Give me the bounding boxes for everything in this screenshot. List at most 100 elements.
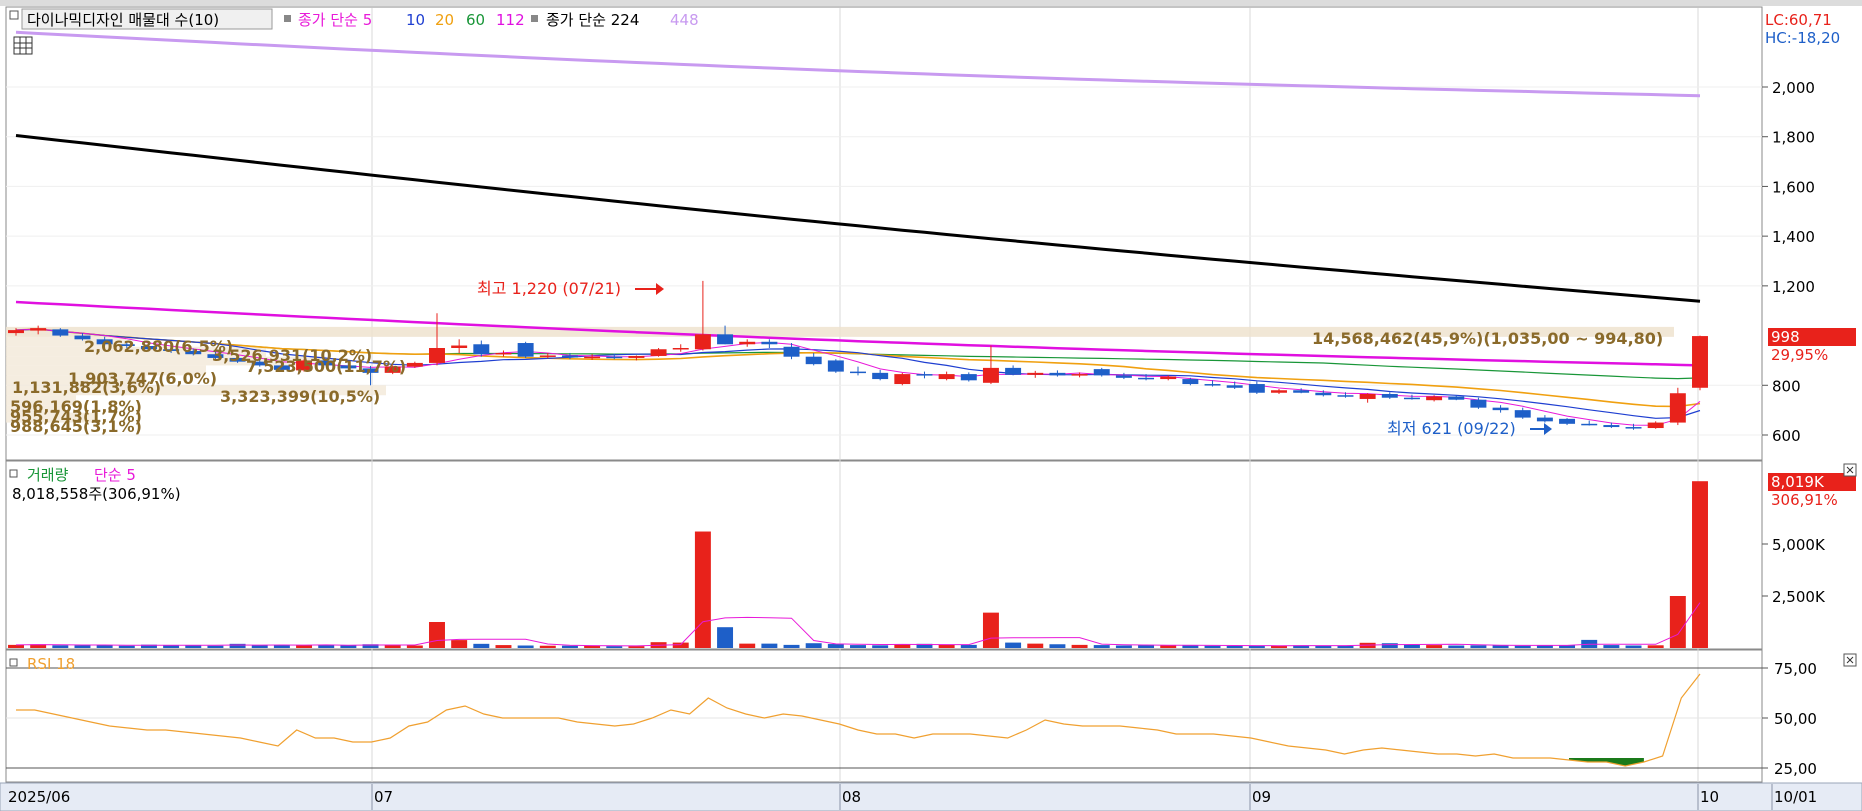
low-annotation: 최저 621 (09/22)	[1387, 419, 1516, 438]
volume-bar	[207, 645, 224, 648]
volume-bar	[539, 645, 556, 648]
volume-bar	[251, 645, 268, 648]
volume-bar	[1625, 645, 1642, 648]
volume-bar	[872, 645, 889, 648]
stock-chart: 2,000 1,800 1,600 1,400 1,200 800 600 5,000K 2,…	[0, 0, 1862, 811]
profile-label-8: 988,645(3,1%)	[10, 417, 142, 436]
volume-bar	[1204, 645, 1221, 648]
date-label: 09	[1252, 788, 1271, 806]
ma5-label[interactable]: 종가 단순 5	[298, 11, 372, 29]
volume-bar	[163, 645, 180, 648]
candle-body	[894, 374, 911, 385]
profile-label-2: 7,523,500(11,7%)	[246, 357, 406, 376]
volume-bar	[628, 646, 645, 648]
candle-body	[827, 360, 844, 372]
volume-bar	[584, 645, 601, 648]
candle-body	[1204, 384, 1221, 386]
volume-bar	[1692, 481, 1708, 648]
profile-label-5: 3,323,399(10,5%)	[220, 387, 380, 406]
candle-body	[938, 374, 955, 380]
volume-bar	[384, 645, 401, 648]
candle-body	[1315, 392, 1332, 396]
volume-bar	[1470, 645, 1487, 648]
profile-label-4: 1,131,882(3,6%)	[12, 378, 161, 397]
candle-body	[517, 343, 534, 357]
price-tick-label: 1,200	[1772, 278, 1815, 296]
price-tick-label: 600	[1772, 427, 1801, 445]
rsi-label[interactable]: RSI 18	[27, 655, 75, 673]
candle-body	[1603, 425, 1620, 428]
ma10-label[interactable]: 10	[406, 11, 425, 29]
price-tick-label: 1,400	[1772, 228, 1815, 246]
rsi-close-icon[interactable]	[1843, 653, 1857, 667]
candle-body	[694, 334, 711, 350]
candle-body	[1071, 374, 1088, 376]
candle-body	[1403, 397, 1420, 400]
candle-body	[8, 330, 24, 334]
lc-value: LC:60,71	[1765, 11, 1832, 29]
ma60-label[interactable]: 60	[466, 11, 485, 29]
price-tick-label: 1,600	[1772, 178, 1815, 196]
ma224-label[interactable]: 종가 단순 224	[546, 11, 639, 29]
volume-bar	[1093, 645, 1110, 648]
candle-body	[1093, 369, 1110, 376]
candle-body	[1536, 417, 1553, 422]
volume-bar	[1669, 596, 1686, 648]
candle-body	[584, 356, 601, 359]
high-annotation: 최고 1,220 (07/21)	[477, 279, 621, 298]
volume-bar	[694, 531, 711, 648]
price-tick-label: 800	[1772, 377, 1801, 395]
volume-label[interactable]: 거래량	[27, 466, 69, 484]
candle-body	[650, 349, 667, 356]
volume-tick-label: 2,500K	[1772, 588, 1826, 606]
volume-bar	[761, 643, 778, 648]
date-label: 2025/06	[8, 788, 70, 806]
main-profile-label: 14,568,462(45,9%)(1,035,00 ~ 994,80)	[1312, 329, 1663, 348]
chart-window: 2,000 1,800 1,600 1,400 1,200 800 600 5,000K 2,…	[0, 0, 1862, 811]
rsi-tick-label: 75,00	[1774, 660, 1817, 678]
volume-bar	[118, 645, 135, 648]
date-axis-bar	[0, 782, 1862, 811]
ma112-label[interactable]: 112	[496, 11, 525, 29]
volume-close-icon[interactable]	[1843, 463, 1857, 477]
volume-ma-label[interactable]: 단순 5	[94, 466, 136, 484]
profile-label-0: 2,062,880(6,5%)	[84, 337, 233, 356]
ma20-label[interactable]: 20	[435, 11, 454, 29]
candle-body	[1448, 396, 1465, 400]
volume-bar	[1337, 645, 1354, 648]
ma448-label[interactable]: 448	[670, 11, 699, 29]
volume-bar	[982, 612, 999, 648]
candle-body	[761, 341, 778, 345]
volume-bar	[1027, 643, 1044, 648]
grid-table-icon[interactable]	[13, 36, 33, 55]
volume-bar	[1603, 645, 1620, 648]
candle-body	[1049, 372, 1066, 376]
candle-body	[1625, 427, 1642, 429]
candle-body	[1669, 393, 1686, 423]
volume-bar	[1182, 645, 1199, 648]
last-price-value: 998	[1771, 328, 1800, 346]
candle-body	[1271, 390, 1287, 393]
volume-bar	[827, 644, 844, 648]
volume-bar	[229, 643, 246, 648]
candle-body	[850, 371, 866, 374]
date-label: 08	[842, 788, 861, 806]
volume-bar	[406, 645, 423, 648]
volume-bar	[672, 642, 689, 648]
price-tick-label: 1,800	[1772, 129, 1815, 147]
hc-value: HC:-18,20	[1765, 29, 1840, 47]
price-axis-area	[1762, 0, 1862, 811]
volume-bar	[517, 645, 534, 648]
last-price-change: 29,95%	[1771, 346, 1828, 364]
volume-bar	[1426, 645, 1443, 648]
candle-body	[805, 356, 822, 365]
candle-body	[1359, 393, 1376, 399]
volume-bar	[783, 644, 800, 648]
candle-body	[982, 367, 999, 383]
volume-info: 8,018,558주(306,91%)	[12, 485, 181, 503]
candle-body	[1005, 367, 1022, 375]
candle-body	[717, 334, 734, 345]
volume-bar	[495, 645, 512, 648]
candle-body	[1182, 379, 1199, 385]
candle-body	[1514, 410, 1531, 418]
